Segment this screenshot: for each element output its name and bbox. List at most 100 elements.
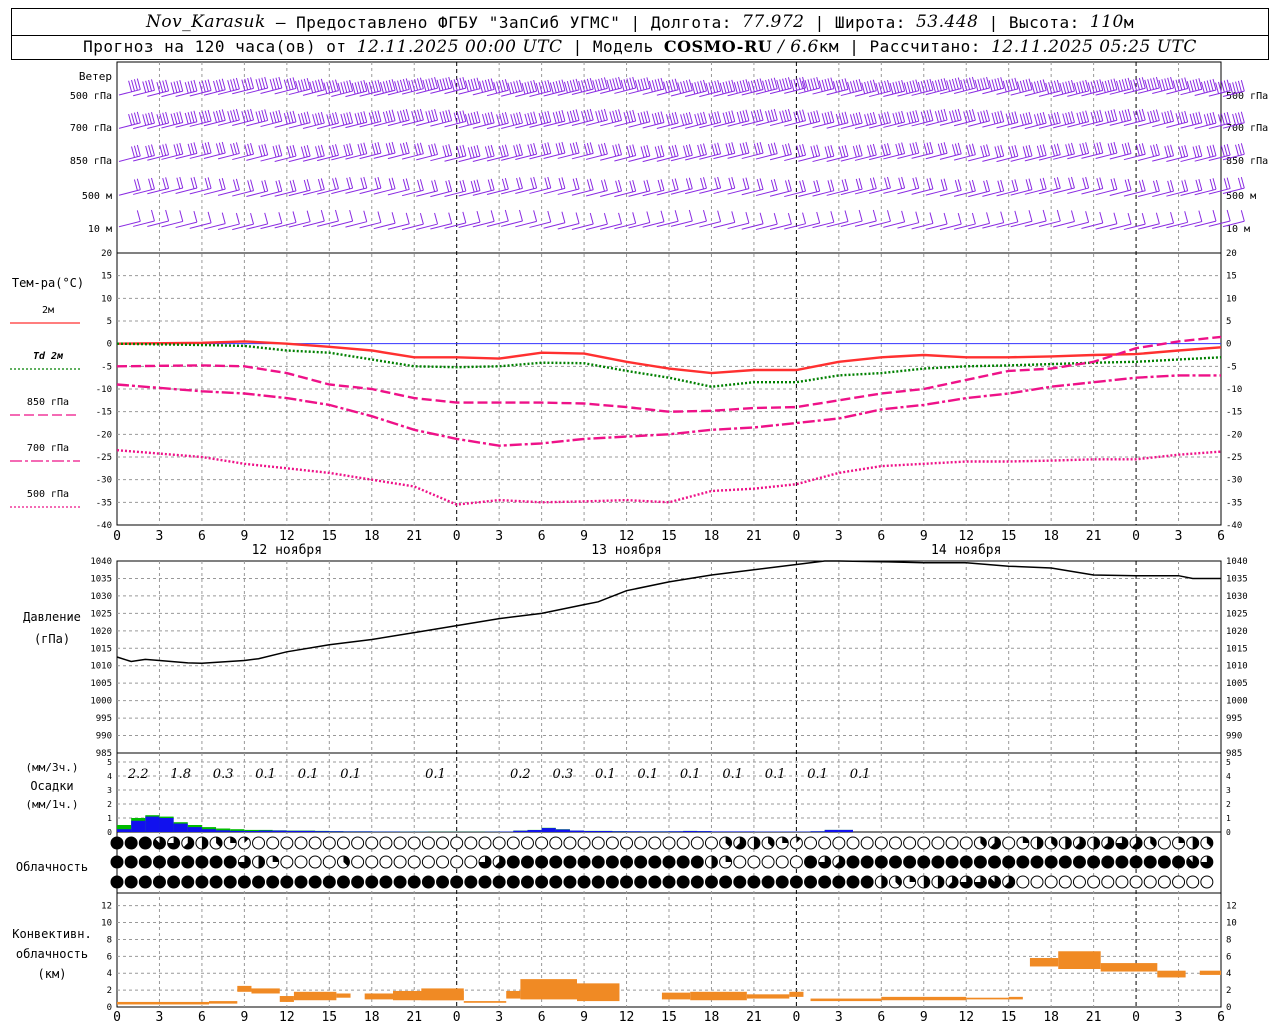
- pressure-y-tick: 1005: [90, 679, 112, 689]
- cloud-cover-fill: [230, 837, 237, 843]
- cloud-cover-symbol: [294, 855, 308, 869]
- wind-barb-feather: [702, 111, 707, 124]
- cloud-cover-symbol: [138, 875, 152, 889]
- cloud-cover-symbol: [152, 855, 166, 869]
- precip-convective-bar: [640, 831, 655, 832]
- wind-barb-feather: [258, 145, 263, 157]
- wind-barb-feather: [1124, 143, 1129, 155]
- cloud-cover-symbol: [648, 875, 662, 889]
- wind-barb-feather: [668, 113, 673, 125]
- cloud-cover-symbol: [733, 855, 747, 869]
- wind-barb-feather: [612, 110, 617, 122]
- wind-barb-feather: [179, 142, 184, 155]
- cloud-cover-symbol: [1087, 836, 1101, 850]
- wind-barb-feather: [317, 179, 322, 191]
- wind-barb-feather: [487, 145, 492, 157]
- x-tick-label: 0: [113, 529, 121, 544]
- cloud-cover-symbol: [620, 875, 634, 889]
- wind-barb-feather: [1056, 177, 1061, 189]
- precip-convective-bar: [159, 818, 174, 832]
- wind-barb-feather: [813, 145, 818, 157]
- wind-barb-feather: [654, 79, 659, 91]
- wind-barb-feather: [802, 109, 807, 121]
- wind-barb-feather: [1051, 81, 1055, 93]
- cloud-cover-circle: [266, 836, 280, 850]
- convective-cloud-bar: [293, 991, 337, 1001]
- precip-convective-bar: [286, 830, 301, 832]
- wind-barb-feather: [187, 81, 192, 93]
- wind-barb: [317, 209, 339, 227]
- cloud-cover-symbol: [365, 855, 379, 869]
- wind-barb-feather: [957, 77, 962, 89]
- wind-barb-feather: [816, 179, 821, 192]
- cloud-cover-symbol: [888, 875, 902, 889]
- convective-cloud-bar: [336, 993, 351, 998]
- cloud-cover-symbol: [1030, 875, 1044, 889]
- wind-barb-feather: [1192, 113, 1197, 125]
- precip-3h-sum-label: 0.3: [213, 767, 234, 782]
- wind-barb-feather: [1206, 113, 1211, 125]
- wind-barb-feather: [1240, 111, 1245, 123]
- temperature-y-tick: -30: [96, 476, 112, 486]
- wind-barb-feather: [629, 77, 634, 89]
- wind-barb-feather: [379, 82, 384, 94]
- wind-barb-feather: [513, 81, 518, 93]
- pressure-y-tick: 1000: [1226, 697, 1248, 707]
- wind-barb-feather: [391, 177, 396, 189]
- wind-barb-feather: [994, 146, 999, 158]
- wind-barb-feather: [770, 78, 775, 90]
- wind-barb-feather: [753, 79, 758, 92]
- temperature-y-tick: -5: [101, 362, 112, 372]
- wind-barb-feather: [1121, 110, 1126, 122]
- precip-convective-bar: [145, 816, 160, 832]
- temperature-legend-label: 500 гПа: [27, 489, 69, 500]
- wind-barb-feather: [221, 78, 226, 90]
- wind-barb-feather: [694, 113, 699, 126]
- wind-barb-feather: [499, 113, 503, 125]
- wind-barb-feather: [767, 143, 772, 156]
- wind-barb-feather: [626, 78, 631, 90]
- cloud-cover-symbol: [1129, 875, 1143, 889]
- wind-barb-feather: [360, 143, 365, 155]
- wind-barb-feather: [289, 78, 294, 90]
- precip-3h-sum-label: 0.3: [553, 767, 574, 782]
- wind-barb-feather: [431, 109, 436, 122]
- wind-barb-feather: [1167, 145, 1172, 157]
- wind-barb-feather: [193, 210, 198, 223]
- temperature-y-tick: -10: [1226, 385, 1242, 395]
- wind-barb-feather: [835, 113, 840, 126]
- cloud-cover-symbol: [520, 855, 534, 869]
- wind-barb-feather: [518, 209, 523, 222]
- wind-barb-feather: [912, 142, 917, 154]
- x-tick-label: 12: [958, 529, 974, 544]
- precip-3h-sum-label: 1.8: [170, 767, 191, 782]
- wind-barb-feather: [555, 80, 560, 93]
- wind-barb-feather: [405, 78, 410, 90]
- wind-barb: [288, 210, 311, 228]
- convective-cloud-bar: [789, 991, 804, 997]
- wind-barb-feather: [504, 112, 509, 124]
- wind-barb-feather: [136, 178, 141, 190]
- wind-barb-feather: [487, 179, 492, 191]
- wind-barb-feather: [292, 144, 297, 157]
- wind-barb-feather: [765, 79, 770, 92]
- cloud-cover-symbol: [719, 836, 733, 850]
- wind-barb-feather: [618, 76, 623, 89]
- wind-barb-feather: [487, 79, 492, 91]
- wind-barb-feather: [756, 79, 761, 91]
- wind-barb: [925, 212, 948, 230]
- wind-barb-feather: [765, 111, 770, 123]
- cloud-cover-fill: [1016, 856, 1029, 868]
- wind-barb-feather: [869, 144, 874, 156]
- wind-barb-feather: [858, 178, 863, 190]
- wind-barb-feather: [334, 209, 339, 222]
- wind-barb-feather: [722, 81, 727, 94]
- wind-barb-feather: [306, 145, 311, 157]
- cloud-cover-circle: [1172, 875, 1186, 889]
- wind-barb-feather: [1000, 211, 1005, 223]
- wind-barb: [345, 210, 368, 228]
- cloud-cover-circle: [690, 836, 704, 850]
- wind-barb-feather: [747, 81, 752, 93]
- wind-barb-shaft: [713, 221, 735, 229]
- wind-barb-feather: [501, 112, 506, 125]
